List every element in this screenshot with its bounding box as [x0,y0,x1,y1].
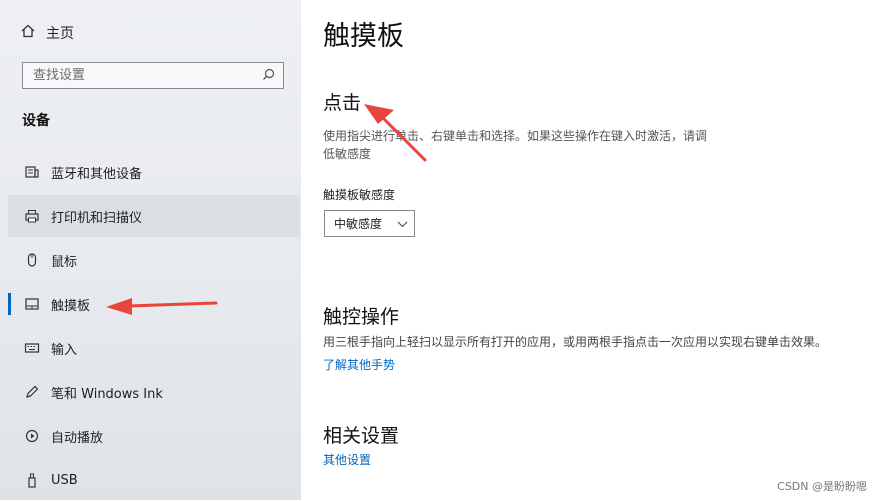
sensitivity-dropdown[interactable]: 中敏感度 [324,210,415,237]
sidebar-item-label: 笔和 Windows Ink [51,386,163,402]
chevron-down-icon [397,217,408,231]
usb-icon [22,470,42,490]
search-box[interactable] [22,62,284,89]
sidebar-item-typing[interactable]: 输入 [8,327,300,369]
page-title: 触摸板 [323,21,404,52]
printer-icon [22,206,42,226]
sidebar-item-printers[interactable]: 打印机和扫描仪 [8,195,300,237]
other-settings-link[interactable]: 其他设置 [323,451,371,468]
home-nav-item[interactable]: 主页 [20,22,74,44]
sidebar-item-label: 触摸板 [51,298,91,314]
watermark: CSDN @是盼盼嗯 [777,480,867,493]
gestures-description: 用三根手指向上轻扫以显示所有打开的应用，或用两根手指点击一次应用以实现右键单击效… [323,335,828,349]
sidebar-item-mouse[interactable]: 鼠标 [8,239,300,281]
keyboard-icon [22,338,42,358]
learn-more-gestures-link[interactable]: 了解其他手势 [323,356,395,373]
home-icon [20,23,36,43]
settings-sidebar: 主页 设备 蓝牙和其他设备 打印机和扫描仪 鼠标 触摸板 [0,0,301,500]
settings-content: 触摸板 点击 使用指尖进行单击、右键单击和选择。如果这些操作在键入时激活，请调 … [301,0,879,500]
section-title: 设备 [22,113,50,129]
search-input[interactable] [33,68,253,83]
mouse-icon [22,250,42,270]
bluetooth-devices-icon [22,162,42,182]
sidebar-item-usb[interactable]: USB [8,459,300,501]
sidebar-item-autoplay[interactable]: 自动播放 [8,415,300,457]
tap-description-line2: 低敏感度 [323,147,372,161]
sidebar-item-label: 自动播放 [51,430,104,446]
tap-heading: 点击 [323,92,362,114]
sidebar-item-label: USB [51,472,78,488]
sidebar-item-touchpad[interactable]: 触摸板 [8,283,300,325]
sidebar-item-label: 鼠标 [51,254,78,270]
search-icon[interactable] [262,66,275,85]
touchpad-icon [22,294,42,314]
sidebar-item-label: 蓝牙和其他设备 [51,166,143,182]
sensitivity-value: 中敏感度 [334,217,383,231]
autoplay-icon [22,426,42,446]
home-label: 主页 [46,26,74,42]
sidebar-item-label: 打印机和扫描仪 [51,210,143,226]
gestures-heading: 触控操作 [323,306,400,328]
sensitivity-label: 触摸板敏感度 [323,188,396,202]
related-settings-heading: 相关设置 [323,425,400,447]
tap-description-line1: 使用指尖进行单击、右键单击和选择。如果这些操作在键入时激活，请调 [323,129,708,143]
sidebar-item-label: 输入 [51,342,78,358]
sidebar-item-bluetooth[interactable]: 蓝牙和其他设备 [8,151,300,193]
pen-icon [22,382,42,402]
sidebar-item-pen[interactable]: 笔和 Windows Ink [8,371,300,413]
